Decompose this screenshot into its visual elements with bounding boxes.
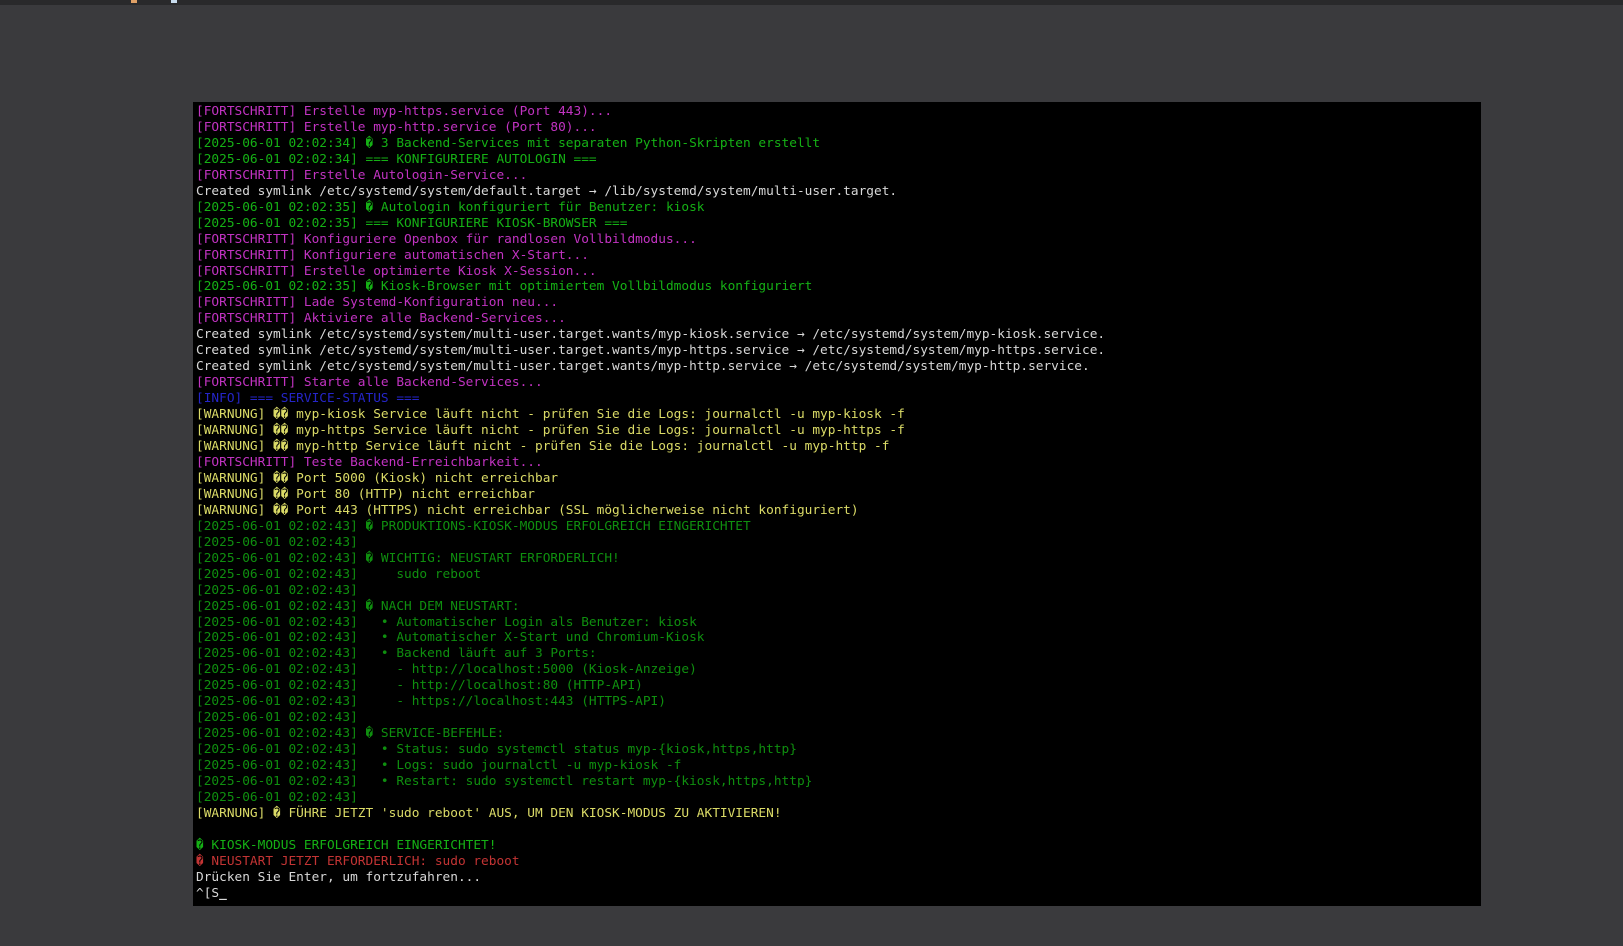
terminal-line: [2025-06-01 02:02:43] - https://localhos… (196, 694, 1481, 710)
terminal-line: Drücken Sie Enter, um fortzufahren... (196, 870, 1481, 886)
terminal-line: Created symlink /etc/systemd/system/mult… (196, 327, 1481, 343)
screen-edge-artifact (171, 0, 177, 3)
terminal-line: [2025-06-01 02:02:35] � Autologin konfig… (196, 200, 1481, 216)
terminal-line: [2025-06-01 02:02:43] (196, 710, 1481, 726)
terminal-line: Created symlink /etc/systemd/system/mult… (196, 343, 1481, 359)
terminal-line: [2025-06-01 02:02:34] � 3 Backend-Servic… (196, 136, 1481, 152)
terminal-line: [2025-06-01 02:02:43] • Automatischer X-… (196, 630, 1481, 646)
terminal-line: [2025-06-01 02:02:35] � Kiosk-Browser mi… (196, 279, 1481, 295)
terminal-line: [FORTSCHRITT] Starte alle Backend-Servic… (196, 375, 1481, 391)
terminal-line: [WARNUNG] � FÜHRE JETZT 'sudo reboot' AU… (196, 806, 1481, 822)
terminal-line: [WARNUNG] �� myp-kiosk Service läuft nic… (196, 407, 1481, 423)
desktop-background: [FORTSCHRITT] Erstelle myp-https.service… (0, 5, 1623, 946)
terminal-line (196, 822, 1481, 838)
terminal-line: [2025-06-01 02:02:43] (196, 583, 1481, 599)
terminal-line: [2025-06-01 02:02:43] (196, 535, 1481, 551)
terminal-line: � NEUSTART JETZT ERFORDERLICH: sudo rebo… (196, 854, 1481, 870)
terminal-line: [2025-06-01 02:02:35] === KONFIGURIERE K… (196, 216, 1481, 232)
terminal-line: [FORTSCHRITT] Erstelle myp-http.service … (196, 120, 1481, 136)
terminal-line: [2025-06-01 02:02:43] � SERVICE-BEFEHLE: (196, 726, 1481, 742)
terminal-line: [FORTSCHRITT] Erstelle myp-https.service… (196, 104, 1481, 120)
terminal-line: [2025-06-01 02:02:43] sudo reboot (196, 567, 1481, 583)
terminal-line: [2025-06-01 02:02:43] � PRODUKTIONS-KIOS… (196, 519, 1481, 535)
terminal-line: ^[S_ (196, 886, 1481, 902)
terminal-line: [INFO] === SERVICE-STATUS === (196, 391, 1481, 407)
terminal-window[interactable]: [FORTSCHRITT] Erstelle myp-https.service… (193, 102, 1481, 906)
terminal-line: � KIOSK-MODUS ERFOLGREICH EINGERICHTET! (196, 838, 1481, 854)
terminal-line: [FORTSCHRITT] Erstelle Autologin-Service… (196, 168, 1481, 184)
terminal-line: [2025-06-01 02:02:43] (196, 790, 1481, 806)
terminal-line: [FORTSCHRITT] Konfiguriere automatischen… (196, 248, 1481, 264)
terminal-line: [2025-06-01 02:02:34] === KONFIGURIERE A… (196, 152, 1481, 168)
terminal-line: [WARNUNG] �� Port 80 (HTTP) nicht erreic… (196, 487, 1481, 503)
screen-edge-artifact (131, 0, 137, 3)
terminal-line: [FORTSCHRITT] Aktiviere alle Backend-Ser… (196, 311, 1481, 327)
terminal-line: [WARNUNG] �� myp-http Service läuft nich… (196, 439, 1481, 455)
terminal-line: [WARNUNG] �� Port 443 (HTTPS) nicht erre… (196, 503, 1481, 519)
terminal-line: [FORTSCHRITT] Teste Backend-Erreichbarke… (196, 455, 1481, 471)
terminal-line: [2025-06-01 02:02:43] • Status: sudo sys… (196, 742, 1481, 758)
terminal-line: [2025-06-01 02:02:43] • Backend läuft au… (196, 646, 1481, 662)
terminal-output: [FORTSCHRITT] Erstelle myp-https.service… (193, 102, 1481, 902)
terminal-line: [2025-06-01 02:02:43] • Restart: sudo sy… (196, 774, 1481, 790)
terminal-line: [FORTSCHRITT] Konfiguriere Openbox für r… (196, 232, 1481, 248)
terminal-line: [2025-06-01 02:02:43] � NACH DEM NEUSTAR… (196, 599, 1481, 615)
terminal-cursor: _ (219, 886, 227, 901)
terminal-line: [2025-06-01 02:02:43] • Logs: sudo journ… (196, 758, 1481, 774)
terminal-line: [FORTSCHRITT] Erstelle optimierte Kiosk … (196, 264, 1481, 280)
terminal-line: [2025-06-01 02:02:43] - http://localhost… (196, 662, 1481, 678)
terminal-line: [WARNUNG] �� Port 5000 (Kiosk) nicht err… (196, 471, 1481, 487)
terminal-line: [2025-06-01 02:02:43] • Automatischer Lo… (196, 615, 1481, 631)
terminal-line: Created symlink /etc/systemd/system/mult… (196, 359, 1481, 375)
terminal-line: Created symlink /etc/systemd/system/defa… (196, 184, 1481, 200)
terminal-line: [FORTSCHRITT] Lade Systemd-Konfiguration… (196, 295, 1481, 311)
terminal-line: [2025-06-01 02:02:43] � WICHTIG: NEUSTAR… (196, 551, 1481, 567)
terminal-line: [WARNUNG] �� myp-https Service läuft nic… (196, 423, 1481, 439)
terminal-line: [2025-06-01 02:02:43] - http://localhost… (196, 678, 1481, 694)
